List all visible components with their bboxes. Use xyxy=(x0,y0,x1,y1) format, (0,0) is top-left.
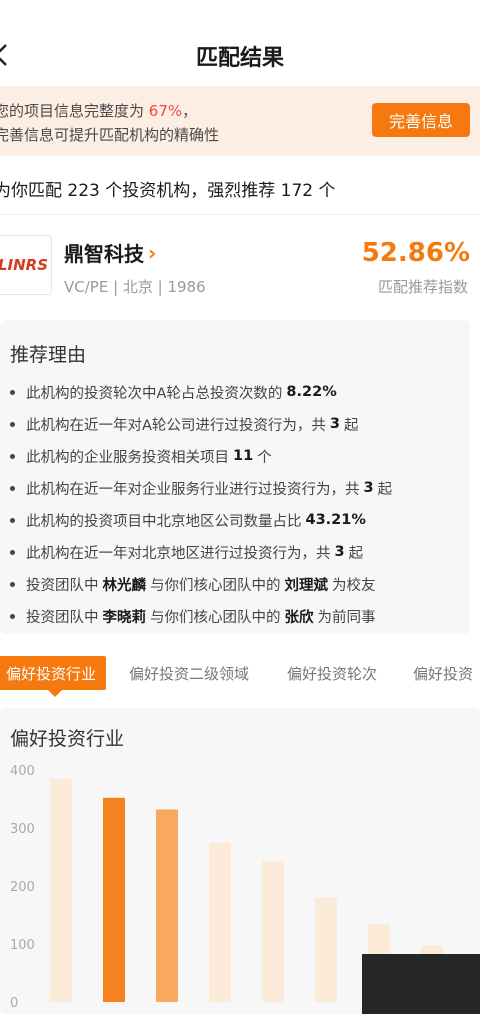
chart-bar[interactable] xyxy=(103,797,125,1002)
bullet-dot-icon xyxy=(10,485,15,491)
completeness-text: 您的项目信息完整度为 67%， xyxy=(0,102,198,120)
y-tick-label: 100 xyxy=(10,938,35,953)
reasons-list: 此机构的投资轮次中A轮占总投资次数的 8.22% 此机构在近一年对A轮公司进行过投资… xyxy=(10,376,392,632)
reason-text: 此机构在近一年对北京地区进行过投资行为，共 xyxy=(26,545,331,562)
reason-item: 投资团队中 李晓莉 与你们核心团队中的 张欣 为前同事 xyxy=(10,600,392,632)
bullet-dot-icon xyxy=(10,549,15,555)
reason-text: 为前同事 xyxy=(317,609,376,626)
bullet-dot-icon xyxy=(10,581,15,587)
reason-value: 张欣 xyxy=(284,609,314,626)
y-tick-label: 0 xyxy=(10,996,18,1011)
reason-value: 3 xyxy=(363,480,374,496)
reason-item: 此机构的投资轮次中A轮占总投资次数的 8.22% xyxy=(10,376,392,408)
chart-bar[interactable] xyxy=(50,778,72,1002)
org-meta: VC/PE | 北京 | 1986 xyxy=(64,278,206,296)
reason-text: 个 xyxy=(257,449,272,466)
complete-info-button[interactable]: 完善信息 xyxy=(372,103,470,137)
reason-text: 此机构的投资项目中北京地区公司数量占比 xyxy=(26,513,302,530)
reason-item: 此机构在近一年对企业服务行业进行过投资行为，共 3 起 xyxy=(10,472,392,504)
reason-item: 此机构在近一年对A轮公司进行过投资行为，共 3 起 xyxy=(10,408,392,440)
chart-bar[interactable] xyxy=(209,842,231,1003)
y-tick-label: 200 xyxy=(10,880,35,895)
page-title: 匹配结果 xyxy=(195,46,284,71)
match-score: 52.86% xyxy=(361,238,470,268)
reason-text: 为校友 xyxy=(332,577,376,594)
reason-value: 8.22% xyxy=(286,384,337,400)
reason-value: 李晓莉 xyxy=(102,609,147,626)
reason-value: 3 xyxy=(334,544,345,560)
redacted-overlay xyxy=(362,954,480,1014)
org-name-link[interactable]: 鼎智科技 › xyxy=(64,238,156,267)
bullet-dot-icon xyxy=(10,421,15,427)
tab-more[interactable]: 偏好投资 xyxy=(413,656,473,690)
match-summary: 为你匹配 223 个投资机构，强烈推荐 172 个 xyxy=(0,181,336,201)
tab-sub-field[interactable]: 偏好投资二级领域 xyxy=(129,656,249,690)
chevron-right-icon: › xyxy=(148,240,157,265)
tab-round[interactable]: 偏好投资轮次 xyxy=(287,656,377,690)
reason-text: 此机构的投资轮次中A轮占总投资次数的 xyxy=(26,385,283,402)
reason-text: 此机构在近一年对A轮公司进行过投资行为，共 xyxy=(26,417,326,434)
chart-bar[interactable] xyxy=(315,897,337,1002)
reason-text: 此机构的企业服务投资相关项目 xyxy=(26,449,229,466)
reasons-title: 推荐理由 xyxy=(10,344,87,366)
nav-bar: 匹配结果 xyxy=(0,26,480,86)
reason-item: 此机构的企业服务投资相关项目 11 个 xyxy=(10,440,392,472)
completeness-hint: 完善信息可提升匹配机构的精确性 xyxy=(0,126,220,144)
reason-text: 投资团队中 xyxy=(26,577,99,594)
chart-bar[interactable] xyxy=(262,861,284,1002)
reason-text: 与你们核心团队中的 xyxy=(150,609,281,626)
reason-value: 11 xyxy=(233,448,254,464)
reason-text: 起 xyxy=(377,481,393,498)
reason-item: 此机构在近一年对北京地区进行过投资行为，共 3 起 xyxy=(10,536,392,568)
bullet-dot-icon xyxy=(10,453,15,459)
reason-text: 此机构在近一年对企业服务行业进行过投资行为，共 xyxy=(26,481,360,498)
reason-text: 起 xyxy=(348,545,364,562)
bullet-dot-icon xyxy=(10,517,15,523)
tab-industry[interactable]: 偏好投资行业 xyxy=(0,656,107,690)
reason-text: 起 xyxy=(344,417,359,434)
recommend-reasons: 推荐理由 此机构的投资轮次中A轮占总投资次数的 8.22% 此机构在近一年对A轮公司… xyxy=(0,320,470,634)
reason-text: 投资团队中 xyxy=(26,609,99,626)
reason-item: 投资团队中 林光麟 与你们核心团队中的 刘理斌 为校友 xyxy=(10,568,392,600)
reason-value: 林光麟 xyxy=(102,577,147,594)
y-tick-label: 300 xyxy=(10,822,35,837)
org-logo: LINRS xyxy=(0,235,52,295)
reason-value: 3 xyxy=(329,416,341,432)
chart-bar[interactable] xyxy=(156,809,178,1002)
completeness-banner: 您的项目信息完整度为 67%， 完善信息可提升匹配机构的精确性 完善信息 xyxy=(0,86,480,156)
active-tab-indicator xyxy=(48,690,62,697)
reason-value: 刘理斌 xyxy=(284,577,329,594)
bullet-dot-icon xyxy=(10,613,15,619)
reason-text: 与你们核心团队中的 xyxy=(150,577,281,594)
reason-value: 43.21% xyxy=(305,512,366,528)
preference-tabs: 偏好投资行业 偏好投资二级领域 偏好投资轮次 偏好投资 xyxy=(0,656,480,697)
completeness-percent: 67% xyxy=(148,102,183,120)
y-tick-label: 400 xyxy=(10,764,35,779)
match-score-label: 匹配推荐指数 xyxy=(377,278,468,296)
divider xyxy=(0,214,480,215)
bullet-dot-icon xyxy=(10,389,15,395)
reason-item: 此机构的投资项目中北京地区公司数量占比 43.21% xyxy=(10,504,392,536)
